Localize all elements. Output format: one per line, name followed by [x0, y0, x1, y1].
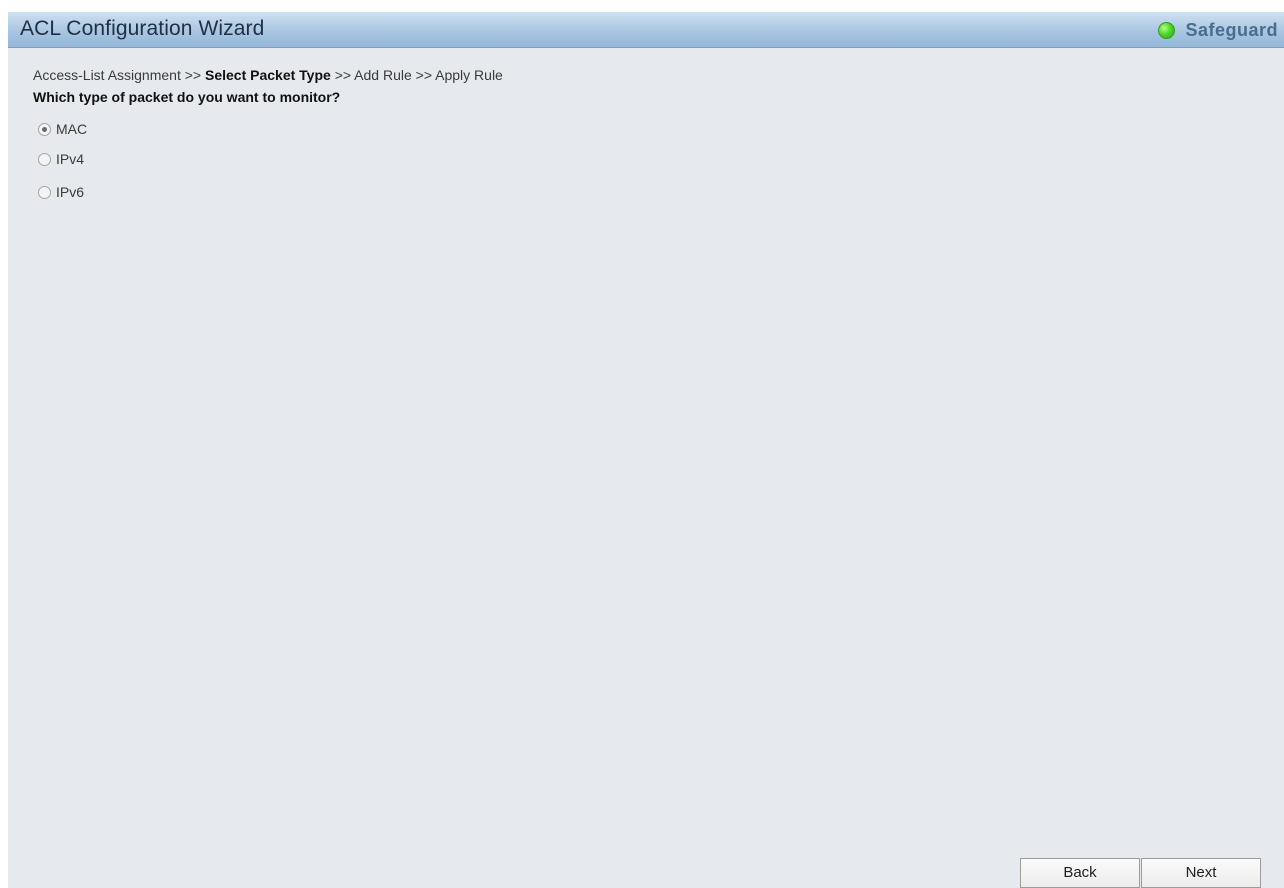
- breadcrumb-step-apply-rule: Apply Rule: [435, 67, 503, 83]
- breadcrumb: Access-List Assignment >> Select Packet …: [33, 67, 503, 83]
- radio-label-ipv4: IPv4: [56, 151, 85, 167]
- breadcrumb-separator: >>: [334, 67, 352, 83]
- back-button[interactable]: Back: [1020, 858, 1140, 888]
- radio-label-mac: MAC: [56, 121, 88, 137]
- radio-option-mac[interactable]: MAC: [38, 121, 87, 137]
- packet-type-question: Which type of packet do you want to moni…: [33, 89, 341, 105]
- breadcrumb-step-add-rule: Add Rule: [354, 67, 412, 83]
- breadcrumb-step-assignment: Access-List Assignment: [33, 67, 181, 83]
- radio-option-ipv4[interactable]: IPv4: [38, 151, 84, 167]
- page-title: ACL Configuration Wizard: [20, 17, 265, 40]
- radio-label-ipv6: IPv6: [56, 184, 85, 200]
- breadcrumb-step-current: Select Packet Type: [204, 67, 331, 83]
- breadcrumb-separator: >>: [415, 67, 433, 83]
- radio-button-ipv4[interactable]: [38, 152, 51, 166]
- safeguard-label: Safeguard: [1185, 19, 1278, 40]
- status-led-icon: [1158, 21, 1176, 39]
- title-bar: ACL Configuration Wizard Safeguard: [8, 12, 1284, 48]
- radio-option-ipv6[interactable]: IPv6: [38, 184, 84, 200]
- radio-button-mac[interactable]: [38, 122, 51, 136]
- breadcrumb-separator: >>: [184, 67, 202, 83]
- wizard-page: ACL Configuration Wizard Safeguard Acces…: [8, 12, 1284, 888]
- next-button[interactable]: Next: [1141, 858, 1261, 888]
- safeguard-indicator: Safeguard: [1158, 19, 1278, 41]
- radio-button-ipv6[interactable]: [38, 185, 51, 199]
